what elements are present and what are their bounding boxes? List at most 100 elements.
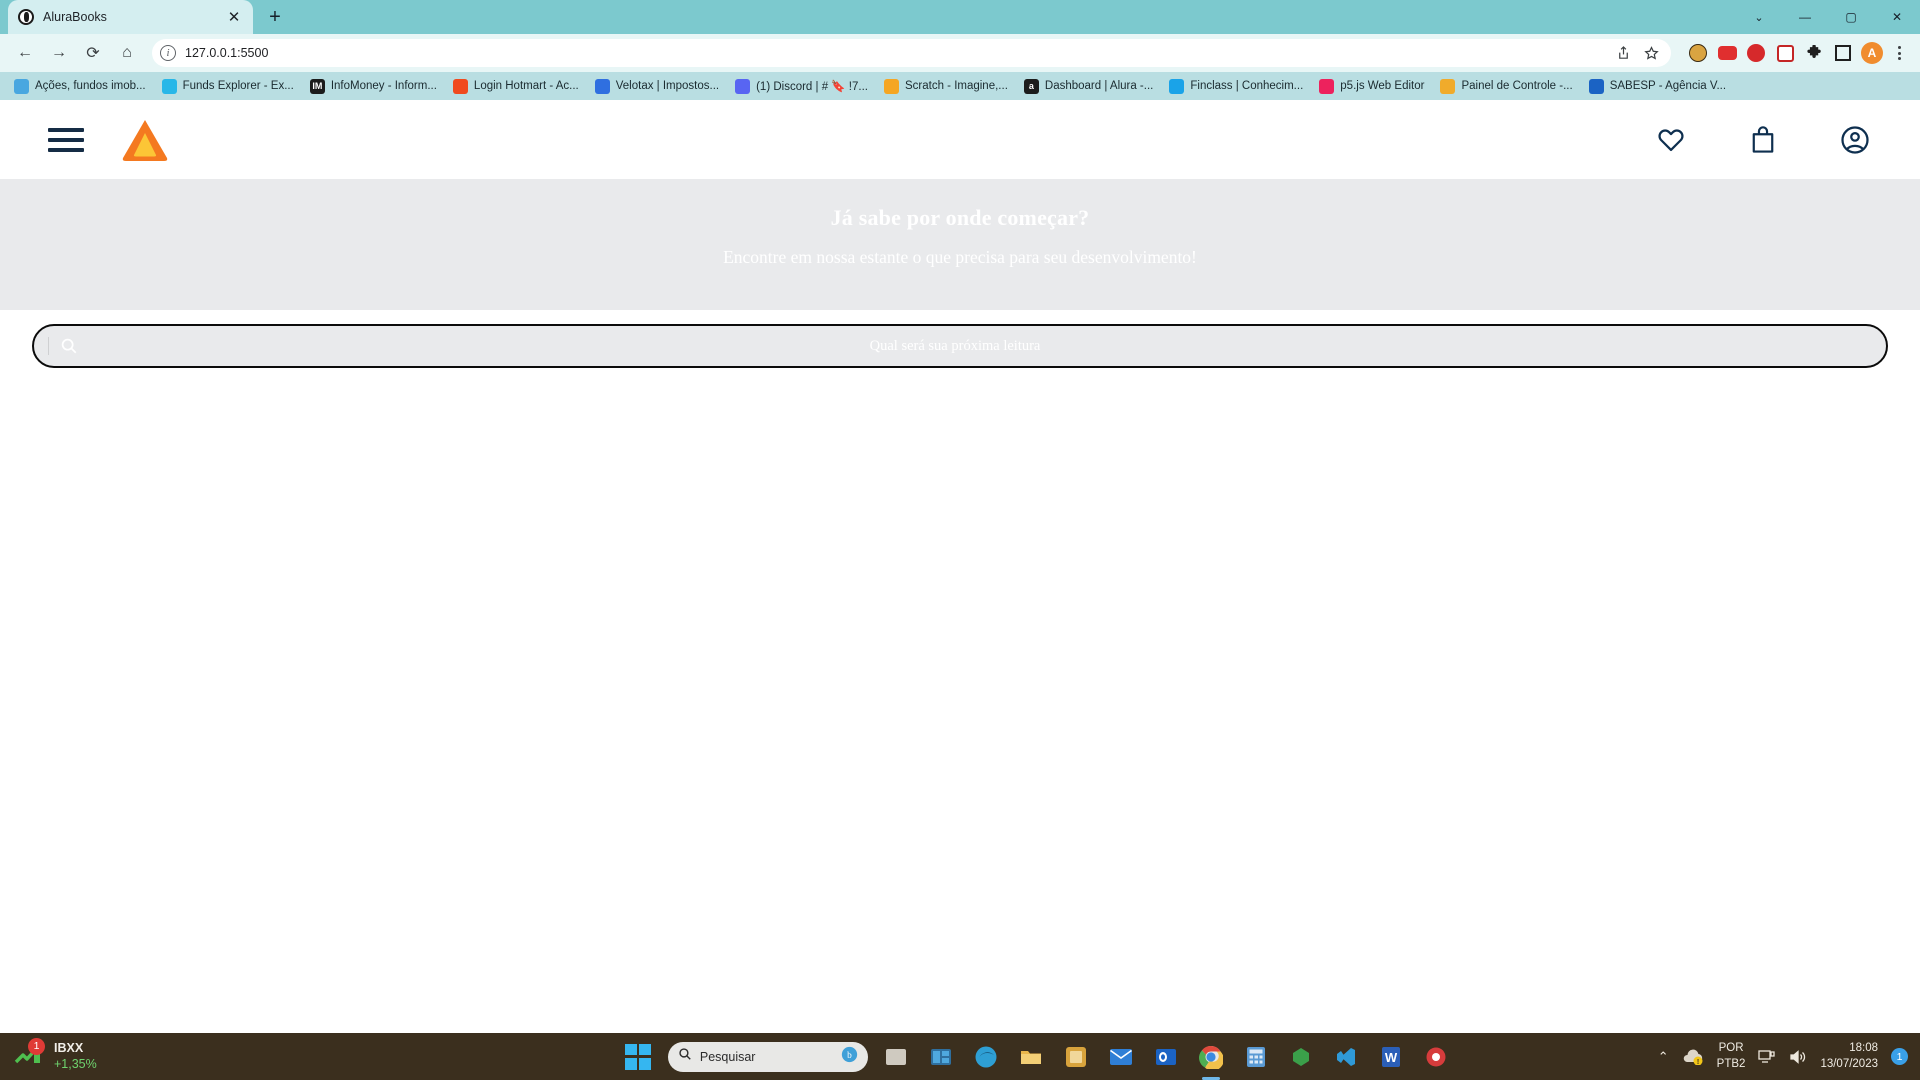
minimize-button[interactable]: — [1782, 0, 1828, 34]
kebab-menu-icon[interactable] [1888, 40, 1910, 66]
stock-change: +1,35% [54, 1056, 97, 1071]
tab-strip: AluraBooks ✕ + ⌄ — ▢ ✕ [0, 0, 1920, 34]
tab-title: AluraBooks [43, 10, 107, 24]
bookmark-favicon: IM [309, 78, 325, 94]
outlook-icon[interactable] [1149, 1040, 1183, 1074]
tampermonkey-extension-icon[interactable] [1685, 40, 1711, 66]
bookmark-label: Dashboard | Alura -... [1044, 80, 1154, 92]
bookmark-label: Finclass | Conhecim... [1190, 80, 1304, 92]
edge-icon[interactable] [969, 1040, 1003, 1074]
volume-icon[interactable] [1789, 1049, 1807, 1065]
bookmark-item[interactable]: Finclass | Conhecim... [1161, 75, 1311, 97]
page-title: Já sabe por onde começar? [830, 205, 1090, 230]
chrome-icon[interactable] [1194, 1040, 1228, 1074]
user-account-icon[interactable] [1838, 123, 1872, 157]
text-caret [48, 337, 49, 355]
taskbar-search[interactable]: Pesquisar b [667, 1041, 868, 1072]
bookmark-label: Funds Explorer - Ex... [182, 80, 294, 92]
hamburger-menu-icon[interactable] [48, 127, 84, 152]
tray-overflow-icon[interactable]: ⌃ [1658, 1049, 1669, 1065]
bookmark-favicon [735, 78, 751, 94]
mail-icon[interactable] [1104, 1040, 1138, 1074]
share-icon[interactable] [1611, 41, 1635, 65]
stock-name: IBXX [54, 1040, 84, 1055]
profile-avatar[interactable]: A [1859, 40, 1885, 66]
site-info-icon[interactable]: i [160, 45, 176, 61]
screen-recorder-icon[interactable] [1419, 1040, 1453, 1074]
taskbar-stock-widget[interactable]: 1 IBXX +1,35% [0, 1037, 420, 1072]
omnibox-actions [1611, 41, 1663, 65]
notification-badge[interactable]: 1 [1891, 1048, 1908, 1065]
bookmark-item[interactable]: p5.js Web Editor [1311, 75, 1432, 97]
windows-start-icon[interactable] [624, 1043, 651, 1070]
heart-icon[interactable] [1654, 123, 1688, 157]
stocks-icon: 1 [14, 1037, 45, 1070]
address-bar[interactable]: i 127.0.0.1:5500 [152, 39, 1671, 67]
close-window-button[interactable]: ✕ [1874, 0, 1920, 34]
shopping-bag-icon[interactable] [1746, 123, 1780, 157]
page-body-empty-area [0, 368, 1920, 1080]
window-controls: ⌄ — ▢ ✕ [1736, 0, 1920, 34]
vscode-icon[interactable] [1329, 1040, 1363, 1074]
side-panel-icon[interactable] [1830, 40, 1856, 66]
search-bar[interactable]: Qual será sua próxima leitura [32, 324, 1888, 368]
search-section: Qual será sua próxima leitura [0, 324, 1920, 368]
onedrive-cloud-icon[interactable]: ! [1682, 1049, 1704, 1065]
bookmark-item[interactable]: (1) Discord | # 🔖 !7... [727, 75, 876, 97]
word-icon[interactable]: W [1374, 1040, 1408, 1074]
tab-search-icon[interactable]: ⌄ [1736, 0, 1782, 34]
browser-chrome: AluraBooks ✕ + ⌄ — ▢ ✕ ← → ⟳ ⌂ i 127.0.0… [0, 0, 1920, 100]
network-icon[interactable] [1758, 1049, 1776, 1065]
adblock-extension-icon[interactable] [1743, 40, 1769, 66]
bookmark-item[interactable]: a Dashboard | Alura -... [1016, 75, 1161, 97]
taskbar-search-placeholder: Pesquisar [699, 1049, 756, 1064]
bookmark-item[interactable]: Funds Explorer - Ex... [154, 75, 302, 97]
puzzle-extensions-icon[interactable] [1801, 40, 1827, 66]
bookmark-favicon: a [1023, 78, 1039, 94]
language-indicator[interactable]: POR PTB2 [1717, 1041, 1746, 1072]
bookmark-item[interactable]: Scratch - Imagine,... [876, 75, 1016, 97]
reload-icon[interactable]: ⟳ [78, 38, 108, 68]
system-tray: ⌃ ! POR PTB2 18:08 13/07/2023 1 [1658, 1041, 1920, 1072]
file-explorer-icon[interactable] [1014, 1040, 1048, 1074]
avatar-initial: A [1861, 42, 1883, 64]
bookmark-favicon [161, 78, 177, 94]
taskbar-center: Pesquisar b W [420, 1040, 1658, 1074]
bookmark-item[interactable]: Velotax | Impostos... [587, 75, 727, 97]
bookmark-item[interactable]: IM InfoMoney - Inform... [302, 75, 445, 97]
stock-text: IBXX +1,35% [54, 1041, 97, 1072]
bookmark-item[interactable]: Login Hotmart - Ac... [445, 75, 587, 97]
globe-icon [18, 9, 34, 25]
browser-tab[interactable]: AluraBooks ✕ [8, 0, 253, 34]
bookmark-item[interactable]: Painel de Controle -... [1432, 75, 1580, 97]
bookmark-label: Ações, fundos imob... [35, 80, 146, 92]
youtube-extension-icon[interactable] [1714, 40, 1740, 66]
widgets-icon[interactable] [924, 1040, 958, 1074]
new-tab-button[interactable]: + [261, 3, 289, 31]
video-speed-extension-icon[interactable] [1772, 40, 1798, 66]
maximize-button[interactable]: ▢ [1828, 0, 1874, 34]
home-icon[interactable]: ⌂ [112, 38, 142, 68]
clock[interactable]: 18:08 13/07/2023 [1820, 1041, 1878, 1072]
bookmark-favicon [1319, 78, 1335, 94]
browser-toolbar: ← → ⟳ ⌂ i 127.0.0.1:5500 A [0, 34, 1920, 72]
alura-logo[interactable] [120, 116, 170, 164]
bookmark-label: Scratch - Imagine,... [904, 80, 1008, 92]
bookmark-favicon [1169, 78, 1185, 94]
task-view-icon[interactable] [879, 1040, 913, 1074]
search-placeholder-text: Qual será sua próxima leitura [869, 337, 1041, 354]
hero-section: Já sabe por onde começar? Encontre em no… [0, 179, 1920, 310]
xbox-icon[interactable] [1284, 1040, 1318, 1074]
close-icon[interactable]: ✕ [225, 8, 243, 26]
bookmark-item[interactable]: SABESP - Agência V... [1581, 75, 1734, 97]
calculator-icon[interactable] [1239, 1040, 1273, 1074]
bookmark-item[interactable]: Ações, fundos imob... [6, 75, 154, 97]
store-icon[interactable] [1059, 1040, 1093, 1074]
copilot-icon[interactable]: b [841, 1046, 858, 1068]
star-icon[interactable] [1639, 41, 1663, 65]
forward-icon[interactable]: → [44, 38, 74, 68]
back-icon[interactable]: ← [10, 38, 40, 68]
language-bottom: PTB2 [1716, 1057, 1746, 1070]
bookmarks-bar: Ações, fundos imob... Funds Explorer - Ex… [0, 72, 1920, 100]
bookmark-label: Login Hotmart - Ac... [473, 80, 579, 92]
